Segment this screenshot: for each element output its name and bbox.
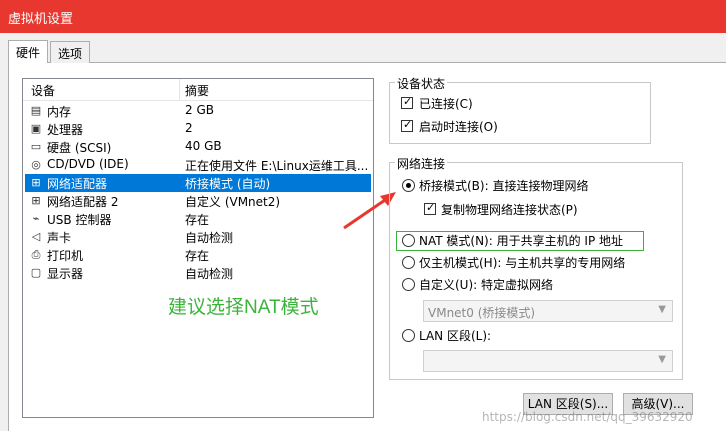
network-adapter-icon: ⊞ xyxy=(31,194,41,207)
device-row-hard-disk[interactable]: ▭ 硬盘 (SCSI) 40 GB xyxy=(25,138,371,156)
device-summary: 2 GB xyxy=(185,103,214,117)
nat-label[interactable]: NAT 模式(N): 用于共享主机的 IP 地址 xyxy=(419,232,623,249)
custom-network-select[interactable]: VMnet0 (桥接模式) ▼ xyxy=(423,300,673,322)
device-row-sound[interactable]: ◁ 声卡 自动检测 xyxy=(25,228,371,246)
watermark: https://blog.csdn.net/qq_39632920 xyxy=(482,410,693,424)
device-list[interactable]: 设备 摘要 ▤ 内存 2 GB ▣ 处理器 2 ▭ 硬盘 (SCSI) 40 G… xyxy=(22,78,374,418)
device-row-network-adapter[interactable]: ⊞ 网络适配器 桥接模式 (自动) xyxy=(25,174,371,192)
printer-icon: ⎙ xyxy=(31,248,41,261)
connected-label[interactable]: 已连接(C) xyxy=(419,95,473,112)
device-summary: 40 GB xyxy=(185,139,222,153)
lan-segment-select[interactable]: ▼ xyxy=(423,350,673,372)
host-only-label[interactable]: 仅主机模式(H): 与主机共享的专用网络 xyxy=(419,254,625,271)
device-row-printer[interactable]: ⎙ 打印机 存在 xyxy=(25,246,371,264)
custom-radio[interactable] xyxy=(402,278,415,291)
tab-hardware[interactable]: 硬件 xyxy=(8,40,48,63)
device-row-display[interactable]: ▢ 显示器 自动检测 xyxy=(25,264,371,282)
device-name: 处理器 xyxy=(47,123,84,137)
device-list-header: 设备 摘要 xyxy=(23,79,373,101)
bridged-label[interactable]: 桥接模式(B): 直接连接物理网络 xyxy=(419,177,588,194)
tab-options[interactable]: 选项 xyxy=(50,41,90,63)
custom-network-value: VMnet0 (桥接模式) xyxy=(428,306,536,320)
network-connection-group xyxy=(389,162,683,380)
device-row-processor[interactable]: ▣ 处理器 2 xyxy=(25,120,371,138)
device-column-header[interactable]: 设备 xyxy=(31,82,55,99)
lan-segment-radio[interactable] xyxy=(402,329,415,342)
network-adapter-icon: ⊞ xyxy=(31,176,41,189)
memory-icon: ▤ xyxy=(30,104,42,117)
device-name: CD/DVD (IDE) xyxy=(47,157,129,171)
annotation-text: 建议选择NAT模式 xyxy=(168,297,319,318)
summary-column-header[interactable]: 摘要 xyxy=(185,82,209,99)
custom-label[interactable]: 自定义(U): 特定虚拟网络 xyxy=(419,276,553,293)
connect-at-power-on-checkbox[interactable] xyxy=(401,118,413,132)
bridged-radio[interactable] xyxy=(402,179,415,192)
network-connection-label: 网络连接 xyxy=(395,155,448,172)
processor-icon: ▣ xyxy=(30,122,42,135)
device-row-cd-dvd[interactable]: ◎ CD/DVD (IDE) 正在使用文件 E:\Linux运维工具... xyxy=(25,156,371,174)
device-summary: 2 xyxy=(185,121,193,135)
device-summary: 自动检测 xyxy=(185,267,234,281)
window-title: 虚拟机设置 xyxy=(8,12,74,27)
nat-radio[interactable] xyxy=(402,234,415,247)
connect-at-power-on-label[interactable]: 启动时连接(O) xyxy=(419,118,498,135)
device-name: USB 控制器 xyxy=(47,213,112,227)
device-row-memory[interactable]: ▤ 内存 2 GB xyxy=(25,102,371,120)
title-bar: 虚拟机设置 xyxy=(0,0,726,33)
chevron-down-icon: ▼ xyxy=(658,304,666,315)
device-row-usb[interactable]: ⌁ USB 控制器 存在 xyxy=(25,210,371,228)
device-row-network-adapter-2[interactable]: ⊞ 网络适配器 2 自定义 (VMnet2) xyxy=(25,192,371,210)
connected-checkbox[interactable] xyxy=(401,95,413,109)
device-name: 硬盘 (SCSI) xyxy=(47,141,112,155)
chevron-down-icon: ▼ xyxy=(658,354,666,365)
sound-icon: ◁ xyxy=(31,230,41,243)
device-name: 声卡 xyxy=(47,231,72,245)
replicate-state-label[interactable]: 复制物理网络连接状态(P) xyxy=(441,201,578,218)
display-icon: ▢ xyxy=(30,266,42,279)
device-name: 网络适配器 xyxy=(47,177,108,191)
device-summary: 存在 xyxy=(185,249,210,263)
device-name: 打印机 xyxy=(47,249,84,263)
usb-icon: ⌁ xyxy=(32,212,40,225)
device-name: 内存 xyxy=(47,105,72,119)
device-status-label: 设备状态 xyxy=(395,75,448,92)
host-only-radio[interactable] xyxy=(402,256,415,269)
cd-dvd-icon: ◎ xyxy=(31,158,41,171)
replicate-state-checkbox[interactable] xyxy=(424,201,436,215)
device-summary: 正在使用文件 E:\Linux运维工具... xyxy=(185,159,369,173)
hard-disk-icon: ▭ xyxy=(30,140,42,153)
device-name: 显示器 xyxy=(47,267,84,281)
lan-segment-label[interactable]: LAN 区段(L): xyxy=(419,327,491,344)
device-name: 网络适配器 2 xyxy=(47,195,119,209)
column-divider[interactable] xyxy=(179,79,180,101)
